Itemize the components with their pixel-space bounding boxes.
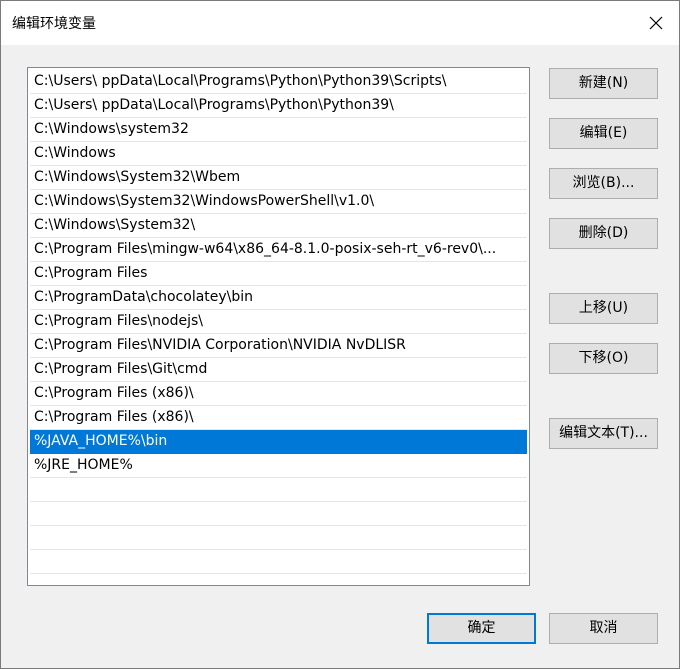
path-list-item[interactable]: C:\Windows\System32\ (30, 214, 527, 238)
path-list-empty-row[interactable] (30, 526, 527, 550)
edit-environment-variable-dialog: 编辑环境变量 C:\Users\ ppData\Local\Programs\P… (0, 0, 680, 669)
close-icon (649, 16, 663, 30)
path-list-item[interactable]: C:\Users\ ppData\Local\Programs\Python\P… (30, 94, 527, 118)
path-list-item[interactable]: C:\Program Files\nodejs\ (30, 310, 527, 334)
path-list-empty-row[interactable] (30, 478, 527, 502)
path-list-item[interactable]: C:\Program Files (x86)\ (30, 382, 527, 406)
edit-text-button[interactable]: 编辑文本(T)... (549, 418, 658, 449)
move-down-button[interactable]: 下移(O) (549, 343, 658, 374)
path-list-item[interactable]: C:\Windows\System32\Wbem (30, 166, 527, 190)
title-bar: 编辑环境变量 (1, 1, 679, 45)
path-list-item[interactable]: C:\Windows\System32\WindowsPowerShell\v1… (30, 190, 527, 214)
path-list-item[interactable]: C:\Program Files (x86)\ (30, 406, 527, 430)
path-list-item[interactable]: C:\Windows (30, 142, 527, 166)
path-list-item[interactable]: %JAVA_HOME%\bin (30, 430, 527, 454)
path-list[interactable]: C:\Users\ ppData\Local\Programs\Python\P… (27, 67, 530, 586)
path-list-item[interactable]: C:\Program Files\NVIDIA Corporation\NVID… (30, 334, 527, 358)
delete-button[interactable]: 删除(D) (549, 218, 658, 249)
cancel-button[interactable]: 取消 (549, 613, 658, 644)
ok-button[interactable]: 确定 (427, 613, 536, 644)
window-title: 编辑环境变量 (12, 16, 96, 32)
path-list-empty-row[interactable] (30, 502, 527, 526)
path-list-item[interactable]: %JRE_HOME% (30, 454, 527, 478)
move-up-button[interactable]: 上移(U) (549, 293, 658, 324)
close-button[interactable] (633, 1, 679, 45)
path-list-item[interactable]: C:\ProgramData\chocolatey\bin (30, 286, 527, 310)
browse-button[interactable]: 浏览(B)... (549, 168, 658, 199)
path-list-item[interactable]: C:\Windows\system32 (30, 118, 527, 142)
path-list-item[interactable]: C:\Program Files\mingw-w64\x86_64-8.1.0-… (30, 238, 527, 262)
path-list-item[interactable]: C:\Users\ ppData\Local\Programs\Python\P… (30, 70, 527, 94)
path-list-item[interactable]: C:\Program Files (30, 262, 527, 286)
path-list-item[interactable]: C:\Program Files\Git\cmd (30, 358, 527, 382)
path-list-empty-row[interactable] (30, 550, 527, 574)
new-button[interactable]: 新建(N) (549, 68, 658, 99)
edit-button[interactable]: 编辑(E) (549, 118, 658, 149)
